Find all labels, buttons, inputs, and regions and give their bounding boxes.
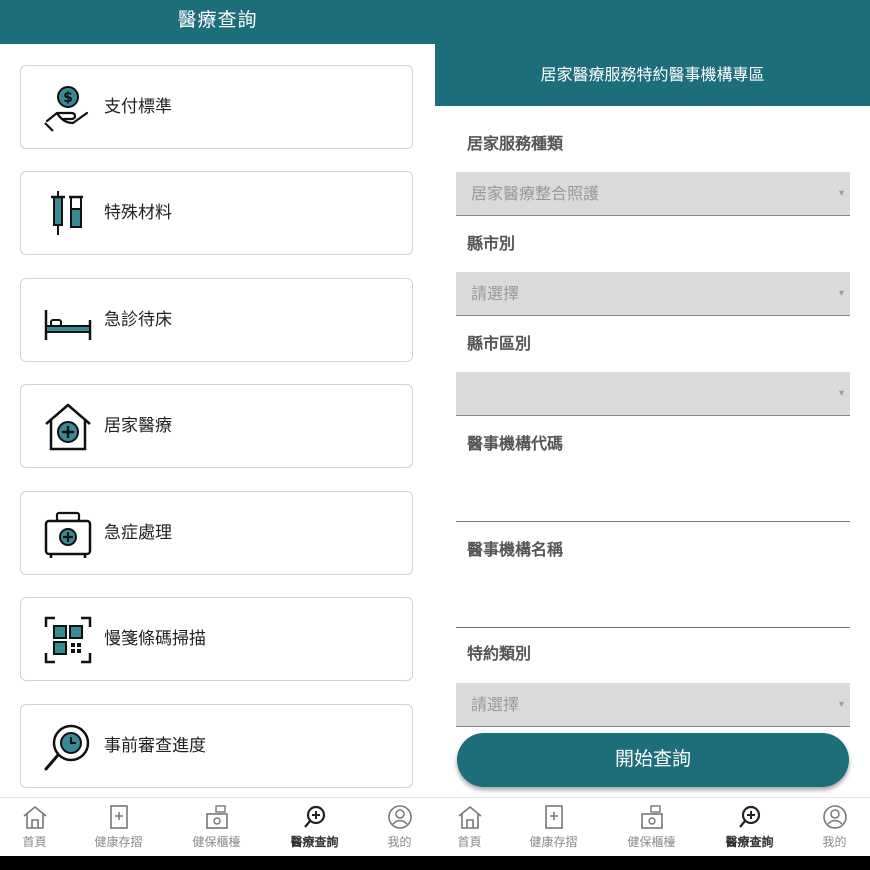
dropdown-arrow-icon: ▾ — [838, 699, 844, 710]
county-value: 請選擇 — [471, 284, 520, 303]
tab-counter[interactable]: 健保櫃檯 — [608, 798, 695, 856]
org-code-input[interactable] — [456, 476, 850, 520]
tab-label: 醫療查詢 — [290, 835, 339, 849]
org-code-label: 醫事機構代碼 — [467, 434, 564, 453]
menu-item-label: 特殊材料 — [104, 203, 172, 223]
tab-label: 健康存摺 — [94, 835, 143, 849]
contract-type-label: 特約類別 — [467, 644, 532, 663]
profile-icon — [387, 805, 412, 829]
org-name-label: 醫事機構名稱 — [467, 540, 564, 559]
home-icon — [22, 805, 47, 829]
health-book-icon — [544, 805, 563, 829]
left-panel: 醫療查詢 $ 支付標準 特殊材料 急診待床 居家醫療 急症處理 慢箋條碼掃描 事… — [0, 0, 435, 856]
bottom-tab-bar: 首頁 健康存摺 健保櫃檯 醫療查詢 我的 — [435, 797, 870, 856]
tab-label: 我的 — [387, 835, 412, 849]
tab-label: 我的 — [822, 835, 847, 849]
tab-profile[interactable]: 我的 — [356, 798, 435, 856]
dropdown-arrow-icon: ▾ — [838, 388, 844, 399]
org-name-underline — [456, 627, 850, 628]
menu-item-label: 事前審查進度 — [104, 736, 206, 756]
tab-label: 醫療查詢 — [725, 835, 774, 849]
menu-item-label: 急症處理 — [104, 523, 172, 543]
section-title: 居家醫療服務特約醫事機構專區 — [435, 44, 870, 106]
tab-counter[interactable]: 健保櫃檯 — [173, 798, 260, 856]
tab-medical-search[interactable]: 醫療查詢 — [706, 798, 793, 856]
menu-item-special-materials[interactable]: 特殊材料 — [20, 171, 413, 255]
tab-label: 首頁 — [457, 835, 482, 849]
menu-item-label: 慢箋條碼掃描 — [104, 629, 206, 649]
dropdown-arrow-icon: ▾ — [838, 188, 844, 199]
bed-icon — [44, 310, 92, 340]
county-select[interactable]: 請選擇 ▾ — [456, 272, 850, 316]
service-type-value: 居家醫療整合照護 — [471, 184, 600, 203]
org-code-underline — [456, 521, 850, 522]
contract-type-select[interactable]: 請選擇 ▾ — [456, 683, 850, 727]
profile-icon — [822, 805, 847, 829]
tab-label: 健保櫃檯 — [192, 835, 241, 849]
status-area — [435, 0, 870, 44]
service-type-label: 居家服務種類 — [467, 134, 564, 153]
menu-item-prescription-scan[interactable]: 慢箋條碼掃描 — [20, 597, 413, 681]
search-clock-icon — [44, 724, 90, 771]
tab-home[interactable]: 首頁 — [0, 798, 78, 856]
bottom-tab-bar: 首頁 健康存摺 健保櫃檯 醫療查詢 我的 — [0, 797, 435, 856]
menu-item-home-care[interactable]: 居家醫療 — [20, 384, 413, 468]
system-nav-bar — [0, 856, 870, 870]
start-search-button[interactable]: 開始查詢 — [457, 733, 849, 787]
contract-type-value: 請選擇 — [471, 695, 520, 714]
menu-item-payment-standard[interactable]: $ 支付標準 — [20, 65, 413, 149]
home-icon — [457, 805, 482, 829]
tab-home[interactable]: 首頁 — [435, 798, 513, 856]
payment-hand-icon: $ — [44, 86, 89, 132]
counter-icon — [205, 805, 228, 829]
tab-label: 健保櫃檯 — [627, 835, 676, 849]
tab-label: 首頁 — [22, 835, 47, 849]
county-label: 縣市別 — [467, 234, 516, 253]
qr-scan-icon — [44, 616, 92, 664]
counter-icon — [640, 805, 663, 829]
home-medical-icon — [45, 403, 91, 451]
district-label: 縣市區別 — [467, 334, 532, 353]
tab-health-book[interactable]: 健康存摺 — [510, 798, 597, 856]
menu-item-label: 急診待床 — [104, 310, 172, 330]
menu-item-er-bed[interactable]: 急診待床 — [20, 278, 413, 362]
service-type-select[interactable]: 居家醫療整合照護 ▾ — [456, 172, 850, 216]
svg-text:$: $ — [63, 90, 73, 106]
page-title: 醫療查詢 — [0, 0, 435, 44]
org-name-input[interactable] — [456, 582, 850, 626]
menu-item-pre-review[interactable]: 事前審查進度 — [20, 704, 413, 788]
dropdown-arrow-icon: ▾ — [838, 288, 844, 299]
syringe-vials-icon — [51, 191, 83, 235]
health-book-icon — [109, 805, 128, 829]
menu-item-emergency[interactable]: 急症處理 — [20, 491, 413, 575]
tab-label: 健康存摺 — [529, 835, 578, 849]
tab-profile[interactable]: 我的 — [791, 798, 870, 856]
menu-item-label: 居家醫療 — [104, 416, 172, 436]
medical-search-icon — [738, 805, 760, 828]
tab-medical-search[interactable]: 醫療查詢 — [271, 798, 358, 856]
menu-item-label: 支付標準 — [104, 97, 172, 117]
right-panel: 居家醫療服務特約醫事機構專區 居家服務種類 居家醫療整合照護 ▾ 縣市別 請選擇… — [435, 0, 870, 856]
first-aid-kit-icon — [44, 511, 92, 558]
district-select[interactable]: ▾ — [456, 372, 850, 416]
tab-health-book[interactable]: 健康存摺 — [75, 798, 162, 856]
medical-search-icon — [303, 805, 325, 828]
